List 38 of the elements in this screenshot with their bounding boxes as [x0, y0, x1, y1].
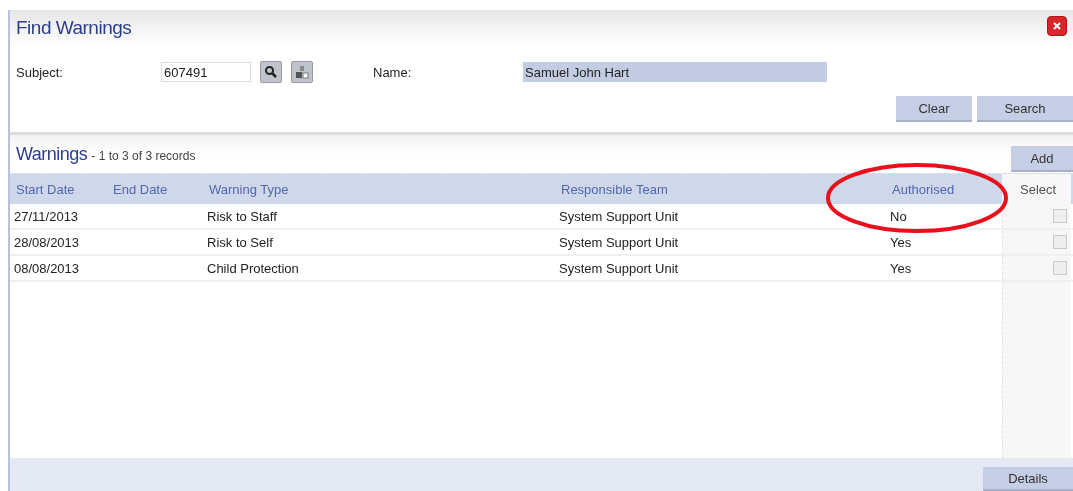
- row-checkbox[interactable]: [1053, 209, 1067, 223]
- column-header[interactable]: Select: [1002, 174, 1071, 204]
- table-cell-text: System Support Unit: [558, 260, 680, 276]
- table-cell-text: Yes: [889, 260, 913, 276]
- column-header[interactable]: Authorised: [886, 181, 1002, 197]
- add-button[interactable]: Add: [1011, 146, 1073, 172]
- form-button[interactable]: Search: [977, 96, 1073, 122]
- column-header[interactable]: Responsible Team: [555, 181, 886, 197]
- row-checkbox[interactable]: [1053, 235, 1067, 249]
- window-title: Find Warnings: [16, 17, 132, 39]
- person-button[interactable]: [291, 61, 313, 83]
- column-header[interactable]: End Date: [107, 181, 203, 197]
- person-card-icon: [295, 65, 309, 79]
- search-icon: [264, 65, 278, 79]
- table-cell-text: 28/08/2013: [13, 234, 81, 250]
- table-cell-text: Yes: [889, 234, 913, 250]
- close-button[interactable]: [1047, 16, 1067, 36]
- name-label: Name:: [373, 64, 413, 80]
- section-title: Warnings: [16, 143, 88, 165]
- subject-field[interactable]: 607491: [161, 62, 251, 82]
- form-button[interactable]: Clear: [896, 96, 972, 122]
- table-cell-text: 08/08/2013: [13, 260, 81, 276]
- record-count: - 1 to 3 of 3 records: [91, 149, 196, 163]
- column-header[interactable]: Warning Type: [203, 181, 555, 197]
- lookup-button[interactable]: [260, 61, 282, 83]
- table-cell-text: System Support Unit: [558, 208, 680, 224]
- close-icon: [1051, 20, 1063, 32]
- table-cell-text: 27/11/2013: [13, 208, 80, 224]
- table-cell-text: No: [889, 208, 908, 224]
- row-checkbox[interactable]: [1053, 261, 1067, 275]
- details-button[interactable]: Details: [983, 467, 1073, 491]
- table-cell-text: Risk to Staff: [206, 208, 278, 224]
- subject-label: Subject:: [16, 64, 64, 80]
- table-cell-text: System Support Unit: [558, 234, 680, 250]
- column-header[interactable]: Start Date: [10, 181, 107, 197]
- table-cell-text: Child Protection: [206, 260, 300, 276]
- name-field[interactable]: Samuel John Hart: [523, 62, 827, 82]
- table-cell-text: Risk to Self: [206, 234, 274, 250]
